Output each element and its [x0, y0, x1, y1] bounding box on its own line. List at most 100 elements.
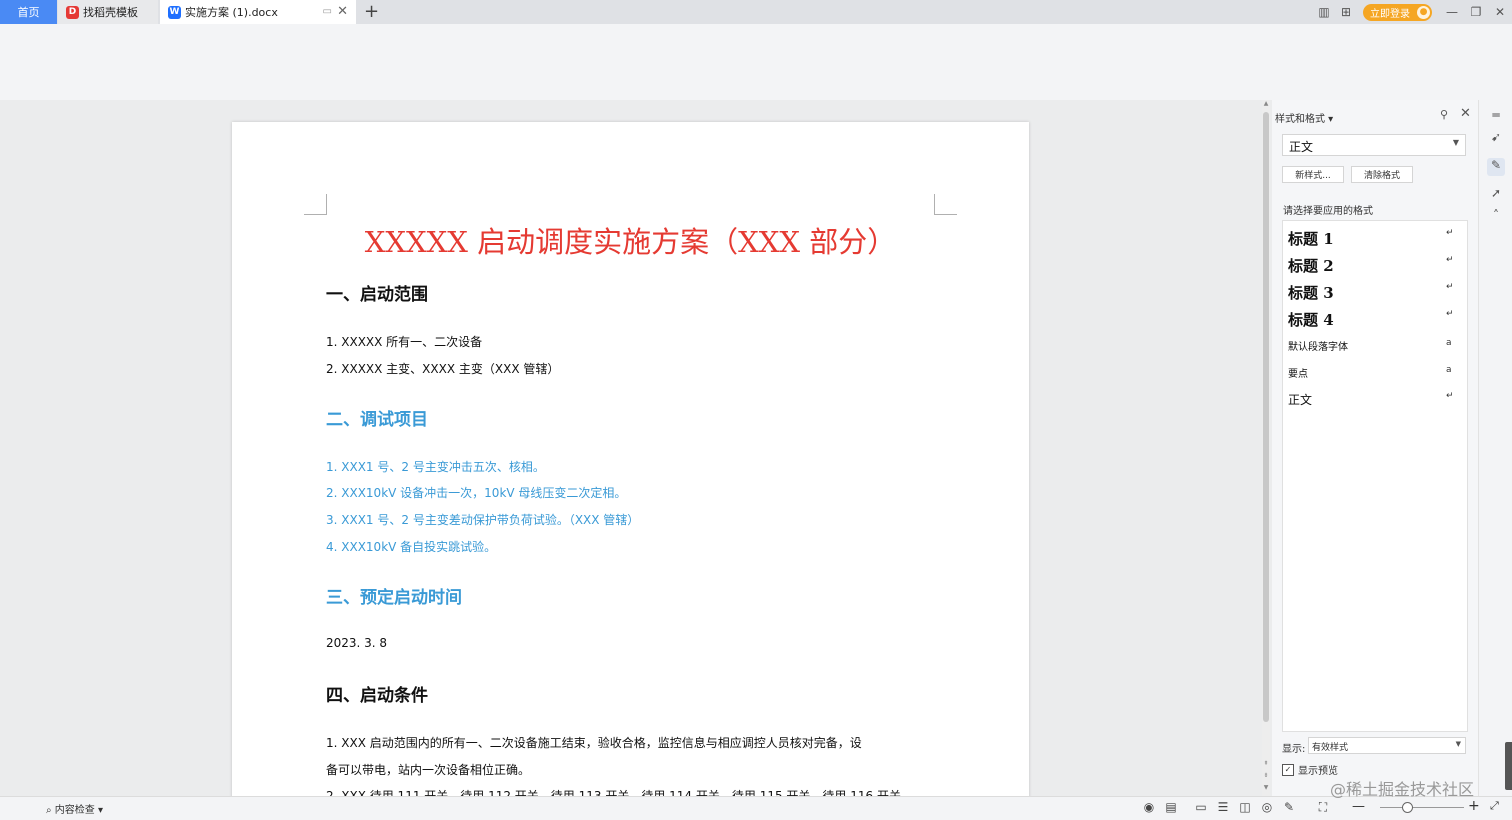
style-label: 标题 3: [1288, 284, 1334, 302]
status-bar: ⌕ 内容检查 ▾ ◉ ▤ ▭ ☰ ◫ ◎ ✎ ⛶ — + ⤢: [0, 796, 1512, 820]
character-style-icon: a: [1446, 365, 1452, 375]
zoom-fit-icon[interactable]: ⤢: [1490, 799, 1499, 813]
section4-heading: 四、启动条件: [326, 686, 428, 706]
fit-page-icon[interactable]: ⛶: [1312, 800, 1334, 815]
style-item-default-font[interactable]: 默认段落字体 a: [1288, 338, 1452, 353]
zoom-out-button[interactable]: —: [1352, 799, 1365, 814]
style-item-heading3[interactable]: 标题 3 ↵: [1288, 282, 1454, 303]
tab-bar: 首页 D 找稻壳模板 W 实施方案 (1).docx ▭ ✕ + ▥ ⊞ 立即登…: [0, 0, 1512, 24]
document-page[interactable]: XXXXX 启动调度实施方案（XXX 部分） 一、启动范围 1. XXXXX 所…: [232, 122, 1029, 796]
apps-grid-icon[interactable]: ⊞: [1335, 0, 1357, 24]
margin-corner-right: [934, 194, 957, 215]
page-view-icon[interactable]: ▭: [1190, 800, 1212, 815]
scrollbar-thumb[interactable]: [1263, 112, 1269, 722]
style-brush-icon[interactable]: ✎: [1487, 158, 1505, 176]
style-label: 标题 1: [1288, 230, 1334, 248]
section2-item: 4. XXX10kV 备自投实跳试验。: [326, 540, 497, 554]
section3-heading: 三、预定启动时间: [326, 588, 462, 608]
scroll-prev-page-icon[interactable]: ⇞: [1262, 760, 1270, 767]
section1-item: 2. XXXXX 主变、XXXX 主变（XXX 管辖）: [326, 362, 560, 376]
collapse-up-icon[interactable]: ˄: [1487, 208, 1505, 226]
tab-document[interactable]: W 实施方案 (1).docx ▭ ✕: [160, 0, 356, 24]
style-label: 要点: [1288, 369, 1308, 380]
rocket-icon[interactable]: ➹: [1487, 130, 1505, 148]
login-label: 立即登录: [1370, 8, 1410, 20]
scroll-next-page-icon[interactable]: ⇟: [1262, 772, 1270, 779]
close-tab-icon[interactable]: ✕: [337, 4, 348, 19]
pin-panel-icon[interactable]: ⚲: [1440, 108, 1448, 121]
section2-item: 2. XXX10kV 设备冲击一次，10kV 母线压变二次定相。: [326, 486, 627, 500]
web-view-icon[interactable]: ◎: [1256, 800, 1278, 815]
paragraph-mark-icon: ↵: [1446, 309, 1454, 319]
style-label: 默认段落字体: [1288, 342, 1348, 353]
style-item-heading2[interactable]: 标题 2 ↵: [1288, 255, 1454, 276]
zoom-slider[interactable]: [1380, 807, 1464, 808]
show-label: 显示:: [1282, 744, 1306, 755]
paragraph-mark-icon: ↵: [1446, 282, 1454, 292]
tab-home[interactable]: 首页: [0, 0, 57, 24]
outline-view-icon[interactable]: ☰: [1212, 800, 1234, 815]
tab-templates[interactable]: D 找稻壳模板: [58, 0, 158, 24]
style-label: 正文: [1288, 393, 1313, 407]
zoom-slider-thumb[interactable]: [1402, 802, 1413, 813]
document-canvas[interactable]: XXXXX 启动调度实施方案（XXX 部分） 一、启动范围 1. XXXXX 所…: [0, 100, 1260, 796]
content-check-label: 内容检查: [54, 805, 95, 816]
section1-heading: 一、启动范围: [326, 285, 428, 305]
preview-label: 显示预览: [1298, 766, 1338, 777]
styles-panel: 样式和格式 ▾ ⚲ ✕ 正文 ▼ 新样式... 清除格式 请选择要应用的格式 标…: [1272, 100, 1478, 796]
side-collapse-tab[interactable]: [1505, 742, 1512, 790]
section2-item: 1. XXX1 号、2 号主变冲击五次、核相。: [326, 460, 545, 474]
show-preview-toggle[interactable]: ✓ 显示预览: [1282, 762, 1338, 777]
new-tab-button[interactable]: +: [364, 1, 379, 22]
pin-icon[interactable]: ▭: [323, 6, 332, 17]
login-button[interactable]: 立即登录 ●: [1363, 3, 1432, 21]
current-style-value: 正文: [1289, 140, 1314, 154]
section4-item: 备可以带电，站内一次设备相位正确。: [326, 763, 531, 777]
pen-icon[interactable]: ✎: [1278, 800, 1300, 815]
paragraph-mark-icon: ↵: [1446, 255, 1454, 265]
right-tool-strip: ═ ➹ ✎ ➚ ˄: [1478, 100, 1512, 796]
scroll-up-icon[interactable]: ▲: [1262, 100, 1270, 107]
watermark: @稀土掘金技术社区: [1330, 780, 1475, 799]
clear-format-button[interactable]: 清除格式: [1351, 166, 1413, 183]
style-label: 标题 2: [1288, 257, 1334, 275]
style-item-heading1[interactable]: 标题 1 ↵: [1288, 228, 1454, 249]
section2-item: 3. XXX1 号、2 号主变差动保护带负荷试验。（XXX 管辖）: [326, 513, 640, 527]
show-select[interactable]: 有效样式 ▼: [1308, 737, 1466, 754]
section3-date: 2023. 3. 8: [326, 636, 388, 650]
style-item-heading4[interactable]: 标题 4 ↵: [1288, 309, 1454, 330]
preview-checkbox[interactable]: ✓: [1282, 763, 1294, 776]
reading-view-icon[interactable]: ◫: [1234, 800, 1256, 815]
layout-icon[interactable]: ▥: [1313, 0, 1335, 24]
style-item-normal[interactable]: 正文 ↵: [1288, 391, 1454, 408]
tab-document-label: 实施方案 (1).docx: [185, 6, 278, 19]
style-item-keypoint[interactable]: 要点 a: [1288, 365, 1452, 380]
style-list: 标题 1 ↵ 标题 2 ↵ 标题 3 ↵ 标题 4 ↵ 默认段落字体 a 要点 a 正文 ↵: [1282, 220, 1468, 732]
select-cursor-icon[interactable]: ➚: [1487, 186, 1505, 204]
close-panel-icon[interactable]: ✕: [1460, 106, 1471, 121]
document-check-icon[interactable]: ▤: [1160, 800, 1182, 815]
chevron-down-icon: ▼: [1452, 138, 1459, 147]
menu-lines-icon[interactable]: ═: [1487, 108, 1505, 126]
margin-corner-left: [304, 194, 327, 215]
vertical-scrollbar[interactable]: ▲ ⇞ ⇟ ▼: [1262, 100, 1270, 796]
docer-logo-icon: D: [66, 5, 79, 19]
scroll-down-icon[interactable]: ▼: [1262, 784, 1270, 791]
paragraph-mark-icon: ↵: [1446, 228, 1454, 238]
close-window-icon[interactable]: ✕: [1488, 5, 1512, 19]
restore-icon[interactable]: ❐: [1464, 5, 1488, 19]
eye-protection-icon[interactable]: ◉: [1138, 800, 1160, 815]
minimize-icon[interactable]: —: [1440, 5, 1464, 19]
current-style-select[interactable]: 正文 ▼: [1282, 134, 1466, 156]
choose-format-label: 请选择要应用的格式: [1283, 206, 1373, 217]
content-check-button[interactable]: ⌕ 内容检查 ▾: [46, 801, 103, 816]
section1-item: 1. XXXXX 所有一、二次设备: [326, 335, 483, 349]
panel-title[interactable]: 样式和格式 ▾: [1275, 110, 1333, 125]
zoom-in-button[interactable]: +: [1468, 798, 1480, 814]
section4-item: 1. XXX 启动范围内的所有一、二次设备施工结束，验收合格，监控信息与相应调控…: [326, 736, 862, 750]
tab-home-label: 首页: [17, 6, 40, 19]
new-style-button[interactable]: 新样式...: [1282, 166, 1344, 183]
section4-item: 2. XXX 待用 111 开关、待用 112 开关、待用 113 开关、待用 …: [326, 789, 901, 796]
chevron-down-icon: ▼: [1455, 740, 1461, 748]
document-title: XXXXX 启动调度实施方案（XXX 部分）: [364, 225, 897, 259]
